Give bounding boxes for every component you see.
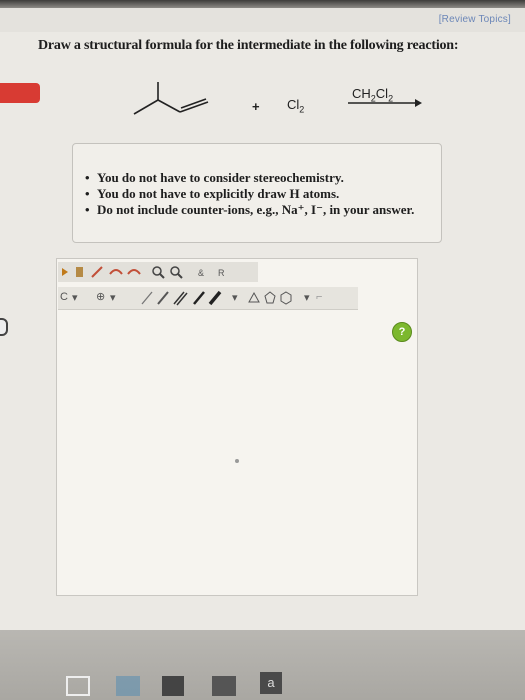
question-text: Draw a structural formula for the interm…: [38, 38, 459, 53]
zoom-out-icon[interactable]: [170, 266, 183, 279]
svg-text:&: &: [198, 268, 204, 278]
hint-list: • You do not have to consider stereochemi…: [73, 144, 441, 218]
hint-item: • Do not include counter-ions, e.g., Na⁺,…: [85, 202, 415, 217]
wedge-bond-icon[interactable]: [157, 291, 169, 305]
ring-dropdown-icon[interactable]: ▾: [304, 291, 310, 304]
hint-box: • You do not have to consider stereochemi…: [72, 143, 442, 243]
charge-plus-icon[interactable]: ⊕: [96, 290, 105, 303]
edge-browser-icon[interactable]: [116, 676, 140, 696]
element-dropdown-icon[interactable]: ▾: [72, 291, 78, 304]
solvent-part-cl: Cl: [375, 86, 389, 101]
top-bar-shade: [0, 0, 525, 8]
alkene-structure: [133, 82, 209, 115]
template-icon[interactable]: &: [198, 268, 204, 278]
editor-toolbar-top: & R: [58, 262, 258, 282]
bond-dropdown-icon[interactable]: ▾: [232, 291, 238, 304]
bond-tools: [141, 290, 222, 306]
hint-text: You do not have to explicitly draw H ato…: [97, 186, 340, 201]
review-topics-link[interactable]: [Review Topics]: [439, 14, 511, 25]
file-explorer-icon[interactable]: [162, 676, 184, 696]
bold-bond-icon[interactable]: [208, 290, 222, 306]
solvent-part-ch: CH: [352, 86, 371, 101]
store-icon[interactable]: [212, 676, 236, 696]
editor-toolbar-bottom: C ▾ ⊕ ▾ ▾ ▾ ⌐: [58, 287, 358, 310]
reagent-element: Cl: [287, 97, 300, 112]
solvent-ch2cl2: CH2Cl2: [352, 86, 393, 104]
cyclopropane-icon[interactable]: [248, 291, 260, 303]
hint-text: Do not include counter-ions, e.g., Na⁺, …: [97, 202, 415, 217]
plus-sign: +: [252, 99, 260, 114]
red-side-tab[interactable]: [0, 83, 40, 103]
cyclohexane-icon[interactable]: [280, 291, 292, 305]
canvas-dot: [235, 459, 239, 463]
ring-tools: [248, 291, 292, 305]
zoom-in-icon[interactable]: [152, 266, 165, 279]
solvent-sub-2: 2: [388, 93, 394, 104]
chain-tool-icon[interactable]: ⌐: [316, 291, 322, 303]
toolbar-top-icons: & R: [62, 266, 225, 279]
charge-dropdown-icon[interactable]: ▾: [110, 291, 116, 304]
select-tool-icon[interactable]: [62, 268, 68, 276]
draw-bond-tool-icon[interactable]: [91, 266, 103, 278]
top-bar: [Review Topics]: [0, 0, 525, 32]
erase-tool-icon[interactable]: [76, 267, 83, 277]
single-bond-icon[interactable]: [141, 291, 153, 305]
svg-text:R: R: [218, 268, 225, 278]
clean-icon[interactable]: R: [218, 268, 225, 278]
reagent-subscript: 2: [299, 104, 305, 115]
undo-icon[interactable]: [109, 269, 123, 275]
side-marker-icon: [0, 318, 8, 336]
app-a-icon[interactable]: a: [260, 672, 282, 694]
hint-item: • You do not have to consider stereochemi…: [85, 170, 344, 185]
help-button[interactable]: ?: [392, 322, 412, 342]
cyclopentane-icon[interactable]: [264, 291, 276, 304]
task-view-icon[interactable]: [66, 676, 90, 696]
element-selector[interactable]: C: [60, 291, 68, 303]
double-bond-icon[interactable]: [173, 291, 188, 306]
hint-text: You do not have to consider stereochemis…: [97, 170, 344, 185]
triple-bond-icon[interactable]: [193, 291, 205, 305]
redo-icon[interactable]: [127, 269, 141, 275]
hint-item: • You do not have to explicitly draw H at…: [85, 186, 340, 201]
reagent-cl2: Cl2: [287, 97, 304, 115]
